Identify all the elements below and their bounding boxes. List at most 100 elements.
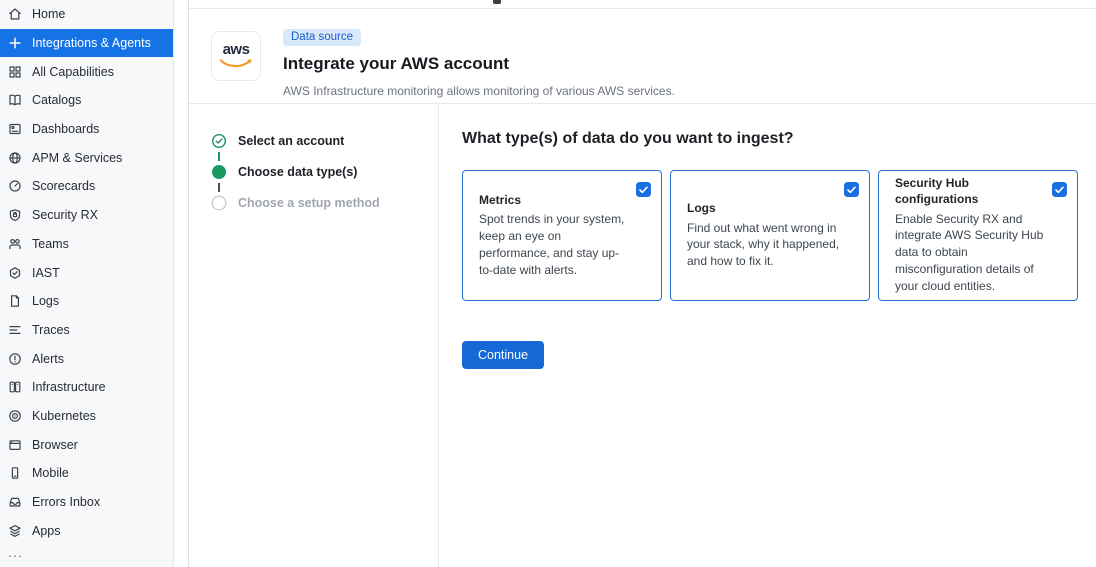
sidebar-item-label: Alerts [32, 352, 64, 366]
integration-header: aws Data source Integrate your AWS accou… [189, 9, 1096, 104]
sidebar-item-apm-services[interactable]: APM & Services [0, 143, 173, 172]
sidebar-item-label: Logs [32, 294, 59, 308]
card-logs[interactable]: Logs Find out what went wrong in your st… [670, 170, 870, 301]
sidebar-item-label: APM & Services [32, 151, 122, 165]
mobile-phone-icon [7, 465, 23, 481]
continue-button[interactable]: Continue [462, 341, 544, 369]
page-subtitle: AWS Infrastructure monitoring allows mon… [283, 84, 675, 98]
sidebar-item-label: Home [32, 7, 65, 21]
sidebar-item-mobile[interactable]: Mobile [0, 459, 173, 488]
sidebar-item-label: Traces [32, 323, 70, 337]
question-heading: What type(s) of data do you want to inge… [462, 130, 1096, 148]
top-divider [189, 0, 1096, 9]
card-metrics[interactable]: Metrics Spot trends in your system, keep… [462, 170, 662, 301]
sidebar-item-apps[interactable]: Apps [0, 516, 173, 545]
sidebar-item-label: Dashboards [32, 122, 99, 136]
sidebar-item-label: Catalogs [32, 93, 81, 107]
card-description: Spot trends in your system, keep an eye … [479, 211, 633, 278]
home-icon [7, 6, 23, 22]
document-icon [7, 293, 23, 309]
step-pending-icon [211, 195, 227, 211]
step-connector [218, 183, 220, 192]
sidebar-item-alerts[interactable]: Alerts [0, 344, 173, 373]
step-select-account: Select an account [211, 133, 438, 149]
plus-icon [7, 35, 23, 51]
aws-smile-icon [219, 59, 253, 70]
gauge-icon [7, 178, 23, 194]
sidebar-item-label: Infrastructure [32, 380, 106, 394]
card-description: Enable Security RX and integrate AWS Sec… [895, 211, 1049, 295]
sidebar-item-label: IAST [32, 266, 60, 280]
hosts-icon [7, 379, 23, 395]
sidebar-item-home[interactable]: Home [0, 0, 173, 29]
sidebar-overflow-menu[interactable]: ... [8, 548, 173, 558]
card-security-hub[interactable]: Security Hub configurations Enable Secur… [878, 170, 1078, 301]
metrics-checkbox[interactable] [636, 182, 651, 197]
sidebar-item-label: Security RX [32, 208, 98, 222]
sidebar-item-scorecards[interactable]: Scorecards [0, 172, 173, 201]
people-icon [7, 236, 23, 252]
concentric-circles-icon [7, 408, 23, 424]
step-active-icon [211, 164, 227, 180]
grid-icon [7, 64, 23, 80]
sidebar-item-teams[interactable]: Teams [0, 230, 173, 259]
sidebar-item-infrastructure[interactable]: Infrastructure [0, 373, 173, 402]
inbox-icon [7, 494, 23, 510]
sidebar-item-browser[interactable]: Browser [0, 430, 173, 459]
sidebar-item-traces[interactable]: Traces [0, 316, 173, 345]
shield-lock-icon [7, 207, 23, 223]
sidebar-item-label: Scorecards [32, 179, 95, 193]
step-choose-setup-method: Choose a setup method [211, 195, 438, 211]
sidebar-item-label: Apps [32, 524, 61, 538]
main-panel: aws Data source Integrate your AWS accou… [188, 0, 1096, 567]
hexagon-check-icon [7, 265, 23, 281]
logs-checkbox[interactable] [844, 182, 859, 197]
card-title: Security Hub configurations [895, 176, 1023, 207]
sidebar: Home Integrations & Agents All Capabilit… [0, 0, 174, 567]
card-description: Find out what went wrong in your stack, … [687, 220, 841, 270]
check-icon [639, 186, 648, 194]
alert-circle-icon [7, 351, 23, 367]
security-hub-checkbox[interactable] [1052, 182, 1067, 197]
cropped-top-toolbar-fragment [493, 0, 501, 4]
sidebar-item-label: Mobile [32, 466, 69, 480]
sidebar-item-iast[interactable]: IAST [0, 258, 173, 287]
sidebar-item-catalogs[interactable]: Catalogs [0, 86, 173, 115]
browser-window-icon [7, 437, 23, 453]
data-source-badge: Data source [283, 29, 361, 46]
step-connector [218, 152, 220, 161]
traces-lines-icon [7, 322, 23, 338]
data-type-cards: Metrics Spot trends in your system, keep… [462, 170, 1096, 301]
globe-icon [7, 150, 23, 166]
data-type-section: What type(s) of data do you want to inge… [439, 103, 1096, 567]
step-label: Choose data type(s) [238, 165, 357, 179]
layers-icon [7, 523, 23, 539]
step-label: Choose a setup method [238, 196, 380, 210]
check-icon [1055, 186, 1064, 194]
setup-stepper: Select an account Choose data type(s) Ch… [189, 103, 439, 567]
dashboard-icon [7, 121, 23, 137]
sidebar-item-logs[interactable]: Logs [0, 287, 173, 316]
aws-logo-text: aws [223, 42, 250, 57]
card-title: Logs [687, 201, 815, 217]
sidebar-item-errors-inbox[interactable]: Errors Inbox [0, 488, 173, 517]
sidebar-item-label: Errors Inbox [32, 495, 100, 509]
sidebar-item-label: Integrations & Agents [32, 36, 151, 50]
step-choose-data-types: Choose data type(s) [211, 164, 438, 180]
sidebar-item-kubernetes[interactable]: Kubernetes [0, 402, 173, 431]
sidebar-item-label: Browser [32, 438, 78, 452]
book-icon [7, 92, 23, 108]
step-complete-icon [211, 133, 227, 149]
sidebar-item-security-rx[interactable]: Security RX [0, 201, 173, 230]
sidebar-item-all-capabilities[interactable]: All Capabilities [0, 57, 173, 86]
page-title: Integrate your AWS account [283, 54, 675, 74]
step-label: Select an account [238, 134, 344, 148]
sidebar-item-label: Kubernetes [32, 409, 96, 423]
sidebar-item-label: Teams [32, 237, 69, 251]
sidebar-item-integrations-agents[interactable]: Integrations & Agents [0, 29, 173, 58]
check-icon [847, 186, 856, 194]
sidebar-item-label: All Capabilities [32, 65, 114, 79]
sidebar-item-dashboards[interactable]: Dashboards [0, 115, 173, 144]
aws-logo: aws [211, 31, 261, 81]
card-title: Metrics [479, 193, 607, 209]
